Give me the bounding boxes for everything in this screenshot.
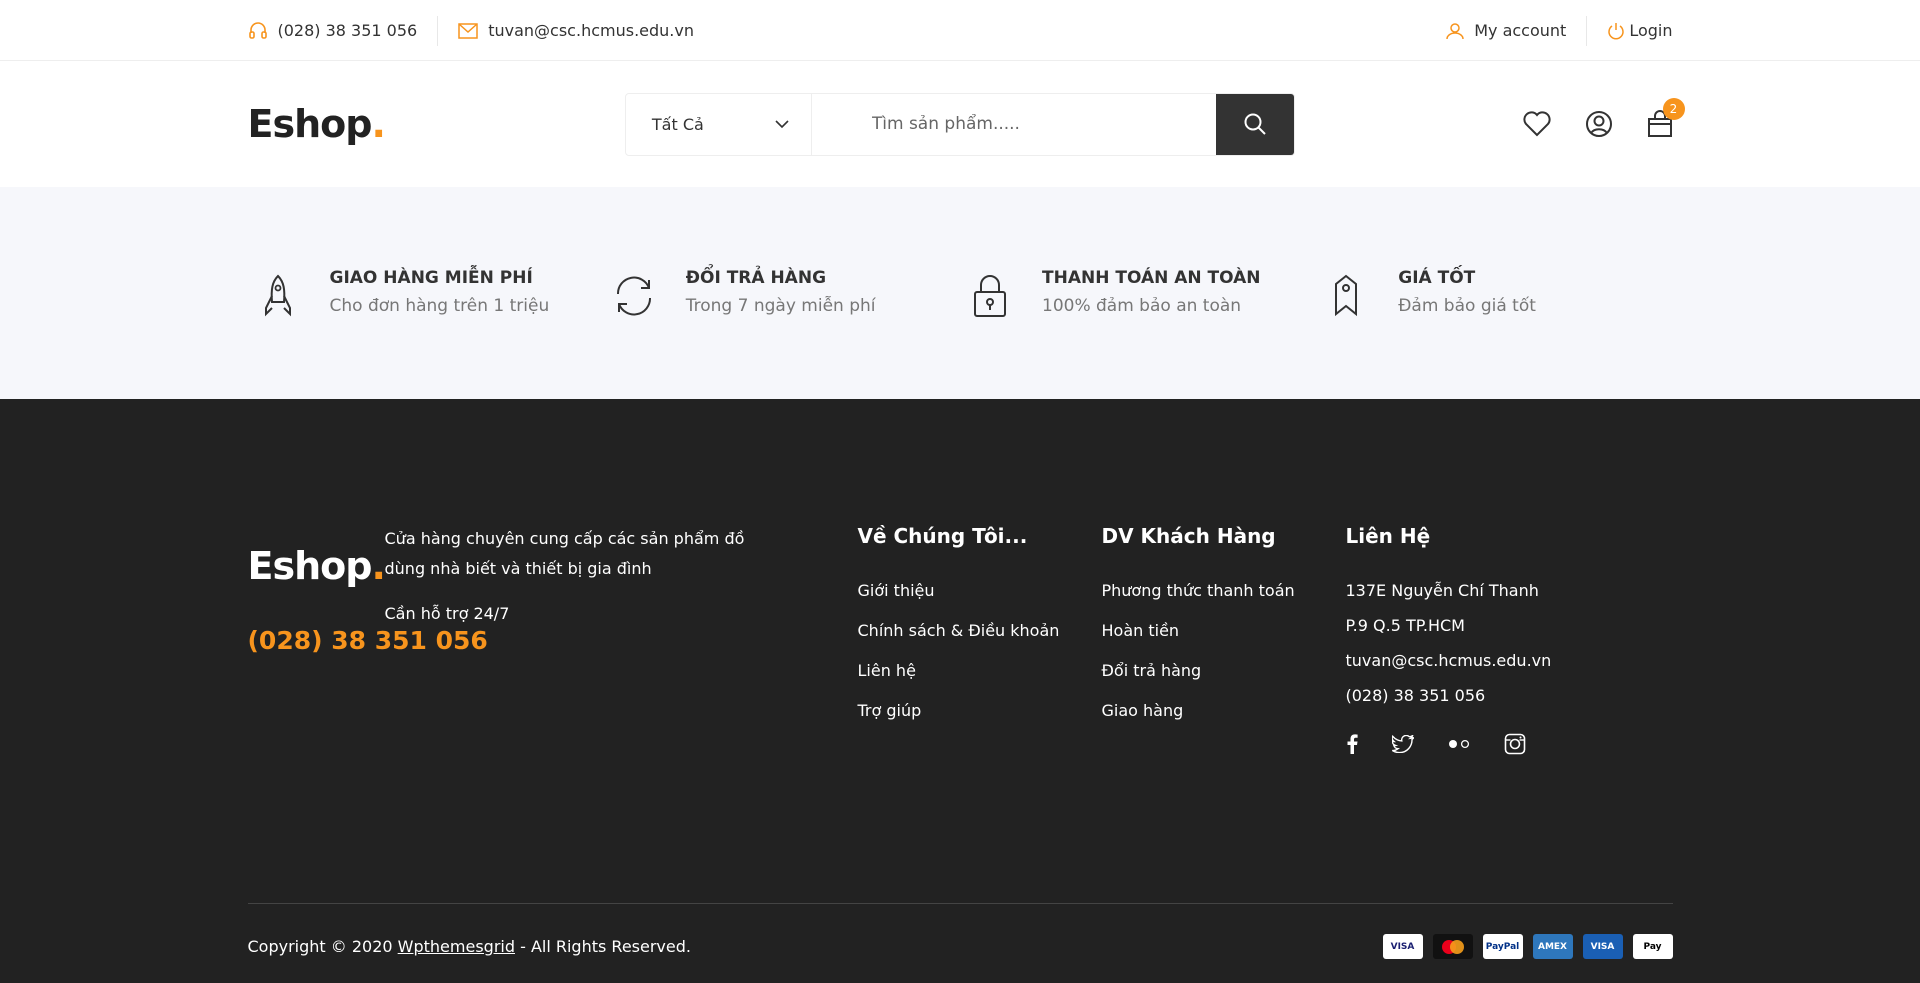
footer-contact: Liên Hệ 137E Nguyễn Chí Thanh P.9 Q.5 TP…: [1346, 524, 1590, 755]
service-best-price: GIÁ TỐT Đảm bảo giá tốt: [1316, 268, 1672, 318]
search-icon: [1243, 112, 1267, 136]
mastercard-icon: [1432, 934, 1473, 959]
apple-pay-icon: Pay: [1632, 934, 1673, 959]
my-account-link[interactable]: My account: [1446, 21, 1566, 40]
account-icon[interactable]: [1585, 110, 1613, 138]
service-subtitle: Trong 7 ngày miễn phí: [685, 296, 876, 316]
top-bar: (028) 38 351 056 tuvan@csc.hcmus.edu.vn …: [0, 0, 1920, 61]
category-select[interactable]: Tất Cả: [626, 93, 812, 155]
footer-link-help[interactable]: Trợ giúp: [858, 701, 922, 720]
contact-address-line: 137E Nguyễn Chí Thanh: [1345, 581, 1539, 600]
footer-link-refund[interactable]: Hoàn tiền: [1102, 621, 1180, 640]
paypal-icon: PayPal: [1482, 934, 1523, 959]
contact-address-line: P.9 Q.5 TP.HCM: [1345, 616, 1465, 635]
headphone-icon: [248, 21, 268, 41]
user-icon: [1446, 22, 1464, 40]
service-title: ĐỔI TRẢ HÀNG: [685, 268, 827, 288]
footer-logo-dot: .: [371, 544, 385, 588]
logo-dot: .: [371, 102, 385, 146]
footer-description: Cửa hàng chuyên cung cấp các sản phẩm đồ…: [384, 529, 745, 578]
footer-link-payment-methods[interactable]: Phương thức thanh toán: [1102, 581, 1295, 600]
heart-icon[interactable]: [1522, 111, 1551, 137]
footer-logo-text: Eshop: [247, 544, 373, 588]
login-label: Login: [1629, 21, 1673, 40]
flickr-icon[interactable]: [1448, 739, 1470, 749]
service-returns: ĐỔI TRẢ HÀNG Trong 7 ngày miễn phí: [604, 268, 960, 318]
divider: [1586, 15, 1588, 46]
login-link[interactable]: Login: [1607, 21, 1673, 40]
copyright: Copyright © 2020 Wpthemesgrid - All Righ…: [248, 937, 691, 956]
footer-link-contact[interactable]: Liên hệ: [858, 661, 916, 680]
service-subtitle: 100% đảm bảo an toàn: [1042, 296, 1242, 316]
facebook-icon[interactable]: [1346, 734, 1358, 754]
footer-about-links: Về Chúng Tôi... Giới thiệu Chính sách & …: [858, 524, 1102, 755]
service-title: THANH TOÁN AN TOÀN: [1042, 268, 1261, 288]
search-input[interactable]: [811, 93, 1216, 155]
amex-card-icon: AMEX: [1532, 934, 1573, 959]
logo[interactable]: Eshop.: [247, 102, 386, 146]
footer-bottom: Copyright © 2020 Wpthemesgrid - All Righ…: [247, 903, 1673, 959]
refresh-icon: [604, 268, 664, 318]
services-section: GIAO HÀNG MIỄN PHÍ Cho đơn hàng trên 1 t…: [0, 187, 1920, 399]
footer-column-title: DV Khách Hàng: [1101, 524, 1276, 548]
service-free-shipping: GIAO HÀNG MIỄN PHÍ Cho đơn hàng trên 1 t…: [248, 268, 604, 318]
visa-card-icon: VISA: [1382, 934, 1423, 959]
my-account-label: My account: [1474, 21, 1567, 40]
envelope-icon: [458, 22, 478, 39]
header-icons: 2: [1522, 98, 1685, 138]
footer-column-title: Về Chúng Tôi...: [857, 524, 1028, 548]
copyright-suffix: - All Rights Reserved.: [515, 937, 691, 956]
service-subtitle: Cho đơn hàng trên 1 triệu: [329, 296, 550, 316]
service-title: GIÁ TỐT: [1398, 268, 1476, 288]
tag-icon: [1316, 268, 1376, 318]
top-bar-contact: (028) 38 351 056 tuvan@csc.hcmus.edu.vn: [248, 15, 694, 46]
main-header: Eshop. Tất Cả Tìm sản phẩm..... 2: [0, 61, 1920, 187]
cart-count-badge: 2: [1662, 98, 1685, 120]
chevron-down-icon: [775, 119, 789, 129]
top-bar-email[interactable]: tuvan@csc.hcmus.edu.vn: [458, 21, 694, 40]
contact-phone[interactable]: (028) 38 351 056: [1346, 681, 1590, 711]
top-bar-account: My account Login: [1446, 15, 1673, 46]
instagram-icon[interactable]: [1504, 733, 1526, 755]
footer-column-title: Liên Hệ: [1345, 524, 1431, 548]
service-subtitle: Đảm bảo giá tốt: [1398, 296, 1536, 316]
visa-debit-card-icon: VISA: [1582, 934, 1623, 959]
footer-link-returns[interactable]: Đổi trả hàng: [1102, 661, 1202, 680]
footer-about: Eshop. Cửa hàng chuyên cung cấp các sản …: [248, 524, 858, 674]
social-links: [1346, 733, 1590, 755]
top-bar-phone-text: (028) 38 351 056: [277, 21, 418, 40]
footer-support-label: Cần hỗ trợ 24/7: [384, 604, 510, 623]
category-selected-label: Tất Cả: [651, 114, 704, 134]
logo-text: Eshop: [247, 102, 373, 146]
footer-logo[interactable]: Eshop.: [247, 544, 386, 588]
payment-methods: VISA PayPal AMEX VISA Pay: [1382, 934, 1673, 959]
footer-customer-service: DV Khách Hàng Phương thức thanh toán Hoà…: [1102, 524, 1346, 755]
footer-link-shipping[interactable]: Giao hàng: [1102, 701, 1184, 720]
service-title: GIAO HÀNG MIỄN PHÍ: [329, 268, 533, 288]
top-bar-phone[interactable]: (028) 38 351 056: [248, 21, 418, 41]
power-icon: [1607, 22, 1625, 40]
contact-email[interactable]: tuvan@csc.hcmus.edu.vn: [1346, 646, 1590, 676]
copyright-link[interactable]: Wpthemesgrid: [398, 937, 515, 956]
cart-icon[interactable]: 2: [1647, 98, 1685, 138]
twitter-icon[interactable]: [1391, 735, 1414, 753]
search-bar: Tất Cả: [624, 92, 1295, 156]
footer: Eshop. Cửa hàng chuyên cung cấp các sản …: [0, 399, 1920, 983]
copyright-prefix: Copyright © 2020: [247, 937, 398, 956]
footer-link-policy[interactable]: Chính sách & Điều khoản: [858, 621, 1060, 640]
search-button[interactable]: [1215, 93, 1294, 155]
lock-icon: [960, 268, 1020, 318]
divider: [437, 15, 439, 46]
footer-link-intro[interactable]: Giới thiệu: [858, 581, 935, 600]
service-secure-payment: THANH TOÁN AN TOÀN 100% đảm bảo an toàn: [960, 268, 1316, 318]
footer-support-phone[interactable]: (028) 38 351 056: [248, 626, 488, 655]
top-bar-email-text: tuvan@csc.hcmus.edu.vn: [488, 21, 694, 40]
rocket-icon: [248, 268, 308, 318]
